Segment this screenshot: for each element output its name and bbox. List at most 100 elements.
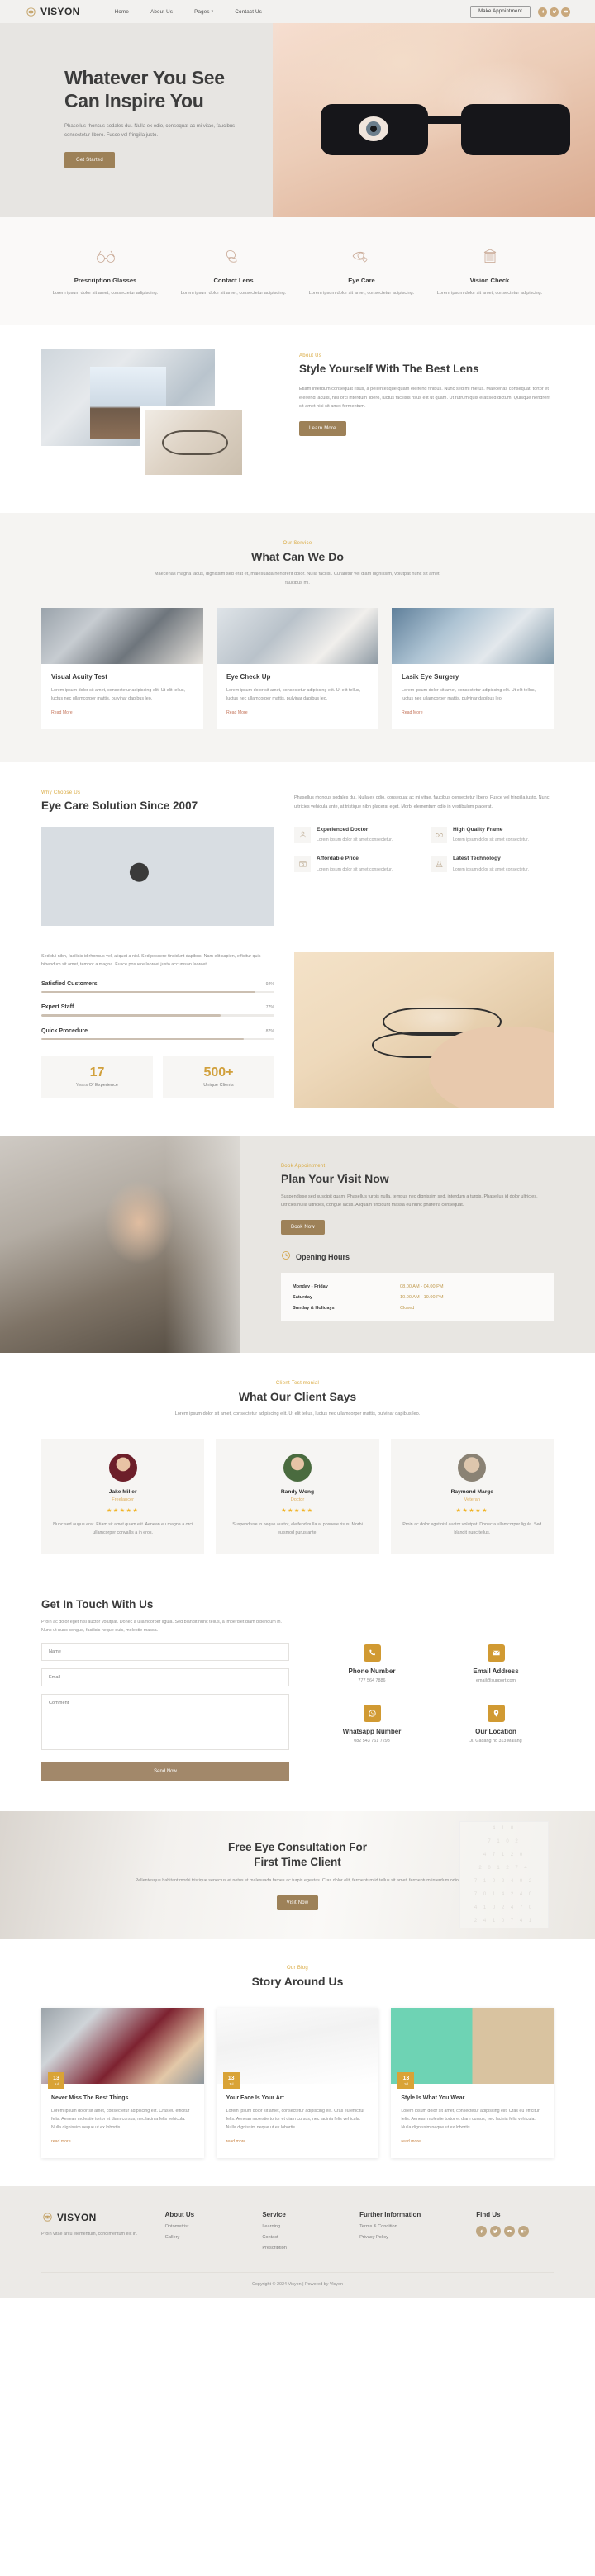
email-input[interactable] [41,1668,289,1686]
contact-info-item[interactable]: Phone Number 777 564 7886 [314,1644,430,1683]
service-card[interactable]: Lasik Eye Surgery Lorem ipsum dolor sit … [392,607,554,730]
blog-date-day: 13 [53,2075,60,2081]
services-section: Our Service What Can We Do Maecenas magn… [0,513,595,763]
hours-row: Saturday 10.00 AM - 19.00 PM [293,1292,542,1302]
footer-link[interactable]: Contact [262,2235,340,2240]
footer-brand-logo[interactable]: VISYON [41,2211,145,2223]
visit-now-button[interactable]: Visit Now [276,1895,319,1910]
blog-read-more-link[interactable]: read more [226,2139,246,2144]
testimonial-card: Jake Miller Freelancer ★★★★★ Nunc sed au… [41,1438,205,1554]
counter-number: 17 [89,1065,105,1080]
feature-title: Contact Lens [213,277,254,284]
service-read-more-link[interactable]: Read More [51,710,73,715]
get-started-button[interactable]: Get Started [64,152,115,169]
twitter-icon[interactable] [490,2226,502,2237]
brand-logo[interactable]: VISYON [25,6,80,18]
footer-column-further-information: Further Information Terms & Condition Pr… [359,2211,456,2251]
footer-column-title: About Us [164,2211,195,2219]
blog-post-title: Style Is What You Wear [401,2094,465,2101]
page-root: VISYON Home About Us Pages ▾ Contact Us M… [0,0,595,2298]
feature-card[interactable]: Vision Check Lorem ipsum dolor sit amet,… [426,247,554,297]
price-tag-icon [294,856,311,873]
avatar [458,1453,487,1482]
make-appointment-button[interactable]: Make Appointment [470,5,531,18]
testimonial-role: Veteran [464,1497,480,1502]
blog-date-day: 13 [227,2075,235,2081]
facebook-icon[interactable] [476,2226,488,2237]
footer-link[interactable]: Prescribtion [262,2246,340,2251]
footer-link[interactable]: Gallery [165,2235,243,2240]
map-pin-icon [487,1704,505,1722]
testimonials-eyebrow: Client Testimonial [275,1381,320,1387]
testimonials-subtitle: Lorem ipsum dolor sit amet, consectetur … [174,1411,421,1417]
send-now-button[interactable]: Send Now [41,1761,289,1781]
twitter-icon[interactable] [550,7,559,17]
about-section: About Us Style Yourself With The Best Le… [0,325,595,514]
youtube-icon[interactable] [504,2226,516,2237]
facebook-icon[interactable] [538,7,547,17]
feature-card[interactable]: Eye Care Lorem ipsum dolor sit amet, con… [298,247,426,297]
site-header: VISYON Home About Us Pages ▾ Contact Us M… [0,0,595,23]
hours-day: Monday - Friday [293,1283,328,1289]
contact-info-item[interactable]: Email Address email@support.com [438,1644,554,1683]
comment-textarea[interactable] [41,1693,289,1750]
stats-paragraph: Sed dui nibh, facilisis id rhoncus vel, … [41,953,261,968]
blog-date-month: Jul [403,2081,409,2086]
vision-chart-icon [479,249,501,268]
feature-card[interactable]: Prescription Glasses Lorem ipsum dolor s… [41,247,169,297]
features-section: Prescription Glasses Lorem ipsum dolor s… [0,217,595,326]
behance-icon[interactable] [518,2226,530,2237]
footer-link[interactable]: Optometrist [165,2224,243,2229]
nav-item-pages[interactable]: Pages ▾ [194,9,213,15]
service-read-more-link[interactable]: Read More [402,710,423,715]
nav-item-about-us[interactable]: About Us [150,9,173,15]
feature-text: Lorem ipsum dolor sit amet, consectetur … [308,291,415,296]
blog-card[interactable]: 13 Jul Never Miss The Best Things Lorem … [41,2007,204,2159]
about-eyebrow: About Us [299,353,322,359]
header-social-links [538,7,570,17]
why-item-text: Lorem ipsum dolor sit amet consectetur. [453,867,529,873]
hours-row: Monday - Friday 08.00 AM - 04.00 PM [293,1281,542,1292]
blog-eyebrow: Our Blog [286,1965,309,1971]
progress-bar: Quick Procedure 87% [41,1028,274,1041]
main-nav: Home About Us Pages ▾ Contact Us [115,9,262,15]
footer-link[interactable]: Terms & Condition [359,2224,456,2229]
service-card[interactable]: Eye Check Up Lorem ipsum dolor sit amet,… [217,607,378,730]
feature-card[interactable]: Contact Lens Lorem ipsum dolor sit amet,… [169,247,298,297]
progress-value: 77% [265,1005,274,1011]
footer-link[interactable]: Privacy Policy [359,2235,456,2240]
about-image-secondary [140,406,246,480]
counter-label: Unique Clients [203,1083,234,1089]
blog-read-more-link[interactable]: read more [401,2139,421,2144]
footer-link[interactable]: Learning [262,2224,340,2229]
nav-item-home[interactable]: Home [115,9,129,15]
whatsapp-icon [363,1704,381,1722]
service-read-more-link[interactable]: Read More [226,710,248,715]
book-now-button[interactable]: Book Now [281,1220,325,1236]
blog-card[interactable]: 13 Jul Your Face Is Your Art Lorem ipsum… [216,2007,379,2159]
blog-card[interactable]: 13 Jul Style Is What You Wear Lorem ipsu… [391,2007,555,2159]
footer-column-title: Further Information [359,2211,421,2219]
learn-more-button[interactable]: Learn More [299,421,346,437]
nav-item-contact-us[interactable]: Contact Us [235,9,262,15]
hours-time: 10.00 AM - 19.00 PM [400,1294,444,1300]
service-title: Visual Acuity Test [51,672,107,681]
contact-info-item[interactable]: Our Location Jl. Gadang no 313 Malang [438,1704,554,1743]
infinity-eye-logo-icon [41,2211,54,2223]
contact-info-title: Phone Number [348,1667,396,1675]
footer-column-service: Service Learning Contact Prescribtion [262,2211,340,2251]
service-text: Lorem ipsum dolor sit amet, consectetur … [51,687,186,701]
blog-post-text: Lorem ipsum dolor sit amet, consectetur … [226,2108,365,2131]
youtube-icon[interactable] [561,7,570,17]
hours-row: Sunday & Holidays Closed [293,1302,542,1313]
blog-section: Our Blog Story Around Us 13 Jul Never Mi… [0,1938,595,2187]
service-card[interactable]: Visual Acuity Test Lorem ipsum dolor sit… [41,607,203,730]
contact-info-item[interactable]: Whatsapp Number 082 543 761 7293 [314,1704,430,1743]
testimonial-name: Randy Wong [280,1488,315,1495]
testimonial-text: Suspendisse in neque auctor, eleifend nu… [232,1521,363,1535]
name-input[interactable] [41,1642,289,1661]
blog-read-more-link[interactable]: read more [51,2139,71,2144]
blog-post-text: Lorem ipsum dolor sit amet, consectetur … [51,2108,190,2131]
contact-info-title: Whatsapp Number [342,1727,402,1735]
why-image [41,826,274,926]
